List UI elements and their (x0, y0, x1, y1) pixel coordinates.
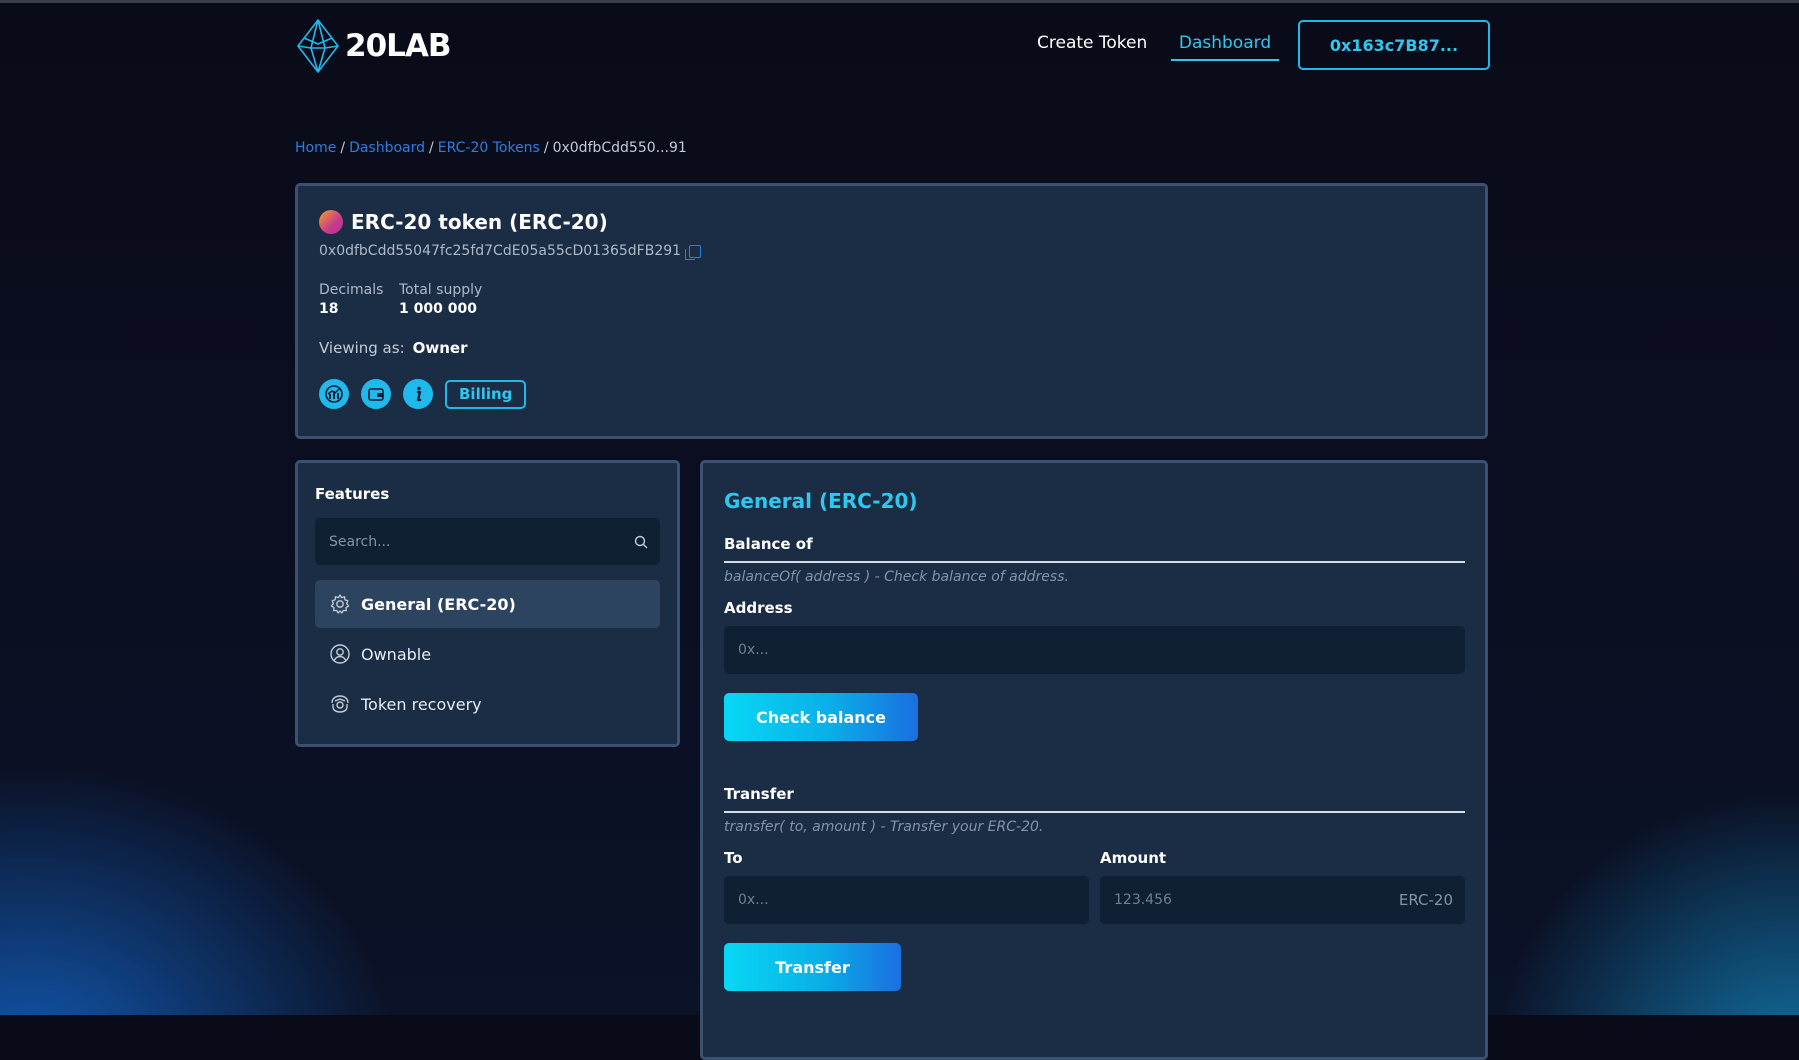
general-panel: General (ERC-20) Balance of balanceOf( a… (700, 460, 1488, 1060)
transfer-amount-input[interactable] (1112, 891, 1399, 909)
features-search-input[interactable] (327, 532, 611, 551)
nav-create-token[interactable]: Create Token (1037, 33, 1147, 53)
billing-button[interactable]: Billing (445, 379, 527, 409)
viewing-as-label: Viewing as: (319, 339, 405, 357)
transfer-to-input[interactable] (736, 891, 1077, 909)
nav-dashboard[interactable]: Dashboard (1171, 33, 1279, 61)
breadcrumb-dashboard[interactable]: Dashboard (349, 140, 425, 156)
chart-icon[interactable] (319, 379, 349, 409)
address-label: Address (724, 599, 793, 617)
copy-icon[interactable] (685, 244, 702, 260)
info-icon[interactable] (403, 379, 433, 409)
token-title: ERC-20 token (ERC-20) (319, 210, 608, 234)
decimals-stat: Decimals 18 (319, 282, 383, 317)
feature-item-label: Token recovery (361, 694, 482, 714)
breadcrumb-current: 0x0dfbCdd550...91 (552, 140, 687, 156)
token-address-row: 0x0dfbCdd55047fc25fd7CdE05a55cD01365dFB2… (319, 243, 702, 260)
general-title: General (ERC-20) (724, 489, 918, 513)
feature-item-label: General (ERC-20) (361, 594, 516, 614)
transfer-heading: Transfer (724, 785, 1465, 813)
total-supply-label: Total supply (399, 282, 483, 298)
features-search (315, 518, 660, 565)
breadcrumb-separator: / (429, 140, 434, 156)
breadcrumb-home[interactable]: Home (295, 140, 336, 156)
breadcrumb-separator: / (543, 140, 549, 156)
logo-icon (297, 19, 339, 73)
user-circle-icon (330, 644, 350, 664)
viewing-as: Viewing as: Owner (319, 339, 467, 357)
features-panel: Features General (ERC-20) Ownable (295, 460, 680, 747)
token-actions: Billing (319, 379, 527, 409)
total-supply-value: 1 000 000 (399, 301, 477, 317)
transfer-button[interactable]: Transfer (724, 943, 901, 991)
recovery-icon (331, 695, 349, 713)
wallet-icon[interactable] (361, 379, 391, 409)
feature-item-label: Ownable (361, 644, 432, 664)
logo[interactable]: 20LAB (295, 18, 452, 74)
breadcrumb-separator: / (340, 140, 346, 156)
gear-icon (330, 594, 350, 614)
address-input[interactable] (736, 641, 1453, 659)
features-title: Features (315, 485, 390, 503)
transfer-to-label: To (724, 849, 743, 867)
breadcrumb-tokens[interactable]: ERC-20 Tokens (438, 140, 540, 156)
decimals-label: Decimals (319, 282, 384, 298)
feature-item-general[interactable]: General (ERC-20) (315, 580, 660, 628)
transfer-amount-field: ERC-20 (1100, 876, 1465, 924)
transfer-description: transfer( to, amount ) - Transfer your E… (724, 819, 1044, 835)
token-avatar (319, 210, 343, 234)
token-name: ERC-20 token (ERC-20) (351, 210, 608, 234)
transfer-amount-label: Amount (1100, 849, 1167, 867)
amount-unit: ERC-20 (1398, 891, 1453, 909)
decimals-value: 18 (319, 301, 339, 317)
token-card: ERC-20 token (ERC-20) 0x0dfbCdd55047fc25… (295, 183, 1488, 439)
wallet-button[interactable]: 0x163c7B87... (1298, 20, 1490, 70)
feature-item-token-recovery[interactable]: Token recovery (315, 680, 660, 728)
address-field (724, 626, 1465, 674)
viewing-as-role: Owner (412, 339, 468, 357)
check-balance-button[interactable]: Check balance (724, 693, 918, 741)
logo-text: 20LAB (345, 28, 452, 64)
total-supply-stat: Total supply 1 000 000 (399, 282, 482, 317)
top-border (0, 0, 1799, 3)
breadcrumb: Home / Dashboard / ERC-20 Tokens/0x0dfbCdd55… (295, 140, 687, 156)
balance-of-heading: Balance of (724, 535, 1465, 563)
balance-of-description: balanceOf( address ) - Check balance of … (724, 569, 1069, 585)
search-icon[interactable] (634, 535, 648, 549)
token-address: 0x0dfbCdd55047fc25fd7CdE05a55cD01365dFB2… (319, 243, 682, 259)
feature-item-ownable[interactable]: Ownable (315, 630, 660, 678)
transfer-to-field (724, 876, 1089, 924)
